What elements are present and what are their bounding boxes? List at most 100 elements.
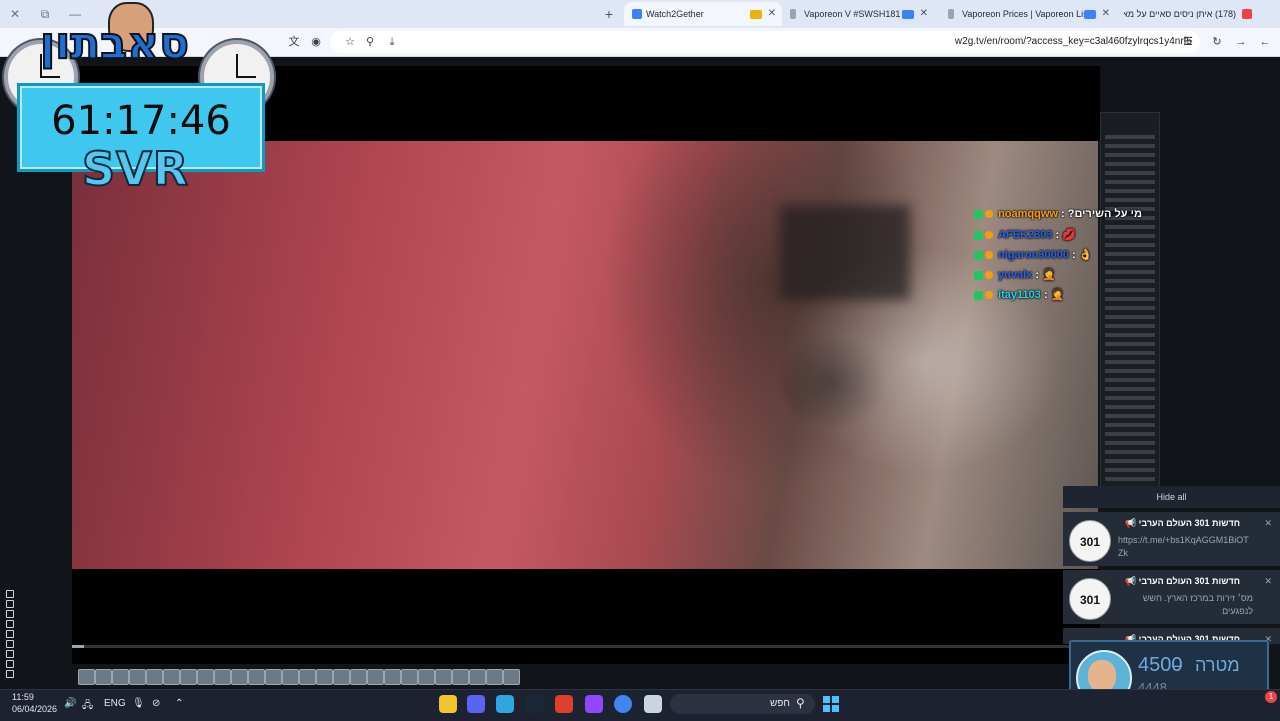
chrome-icon[interactable] <box>614 695 632 713</box>
microphone-icon[interactable]: 🎙 <box>132 698 145 709</box>
extension-translate-icon[interactable]: 文 <box>286 34 302 50</box>
language-indicator[interactable]: ENG <box>104 698 126 709</box>
playlist-sidebar-row[interactable] <box>1105 468 1155 472</box>
playlist-sidebar-row[interactable] <box>1105 315 1155 319</box>
clock-date[interactable]: 06/04/2026 <box>12 704 57 714</box>
reload-icon[interactable]: ↻ <box>1209 34 1225 50</box>
playlist-thumbnail[interactable] <box>95 669 112 685</box>
steam-icon[interactable] <box>526 695 544 713</box>
close-notification-icon[interactable]: ✕ <box>1264 518 1272 529</box>
playlist-sidebar-row[interactable] <box>1105 414 1155 418</box>
playlist-sidebar-row[interactable] <box>1105 387 1155 391</box>
playlist-thumbnail[interactable] <box>384 669 401 685</box>
clock-time[interactable]: 11:59 <box>12 692 34 702</box>
playlist-sidebar-row[interactable] <box>1105 477 1155 481</box>
file-explorer-icon[interactable] <box>439 695 457 713</box>
playlist-thumbnail[interactable] <box>452 669 469 685</box>
playlist-sidebar-row[interactable] <box>1105 441 1155 445</box>
left-rail-icon[interactable] <box>6 640 14 648</box>
tab-vaporeon-swsh181[interactable]: Vaporeon V #SWSH181 Prices ✕ <box>782 2 934 26</box>
left-rail-icon[interactable] <box>6 590 14 598</box>
notification-count-badge[interactable]: 1 <box>1265 691 1277 703</box>
playlist-sidebar-row[interactable] <box>1105 378 1155 382</box>
playlist-sidebar-row[interactable] <box>1105 360 1155 364</box>
close-tab-icon[interactable]: ✕ <box>920 2 928 26</box>
playlist-thumbnail[interactable] <box>435 669 452 685</box>
left-rail-icon[interactable] <box>6 650 14 658</box>
playlist-thumbnail[interactable] <box>197 669 214 685</box>
playlist-sidebar[interactable] <box>1100 112 1160 494</box>
volume-icon[interactable]: 🔊 <box>64 698 76 709</box>
zoom-icon[interactable]: ⚲ <box>362 34 378 50</box>
playlist-sidebar-row[interactable] <box>1105 306 1155 310</box>
playlist-sidebar-row[interactable] <box>1105 279 1155 283</box>
twitch-icon[interactable] <box>585 695 603 713</box>
left-rail-icon[interactable] <box>6 620 14 628</box>
playlist-sidebar-row[interactable] <box>1105 180 1155 184</box>
new-tab-button[interactable]: + <box>600 5 618 23</box>
playlist-thumbnail[interactable] <box>163 669 180 685</box>
seek-bar[interactable] <box>72 645 1100 648</box>
camera-off-icon[interactable]: ⊘ <box>152 698 160 709</box>
playlist-thumbnail[interactable] <box>486 669 503 685</box>
playlist-thumbnail[interactable] <box>112 669 129 685</box>
playlist-thumbnail[interactable] <box>299 669 316 685</box>
playlist-sidebar-row[interactable] <box>1105 369 1155 373</box>
playlist-thumbnail[interactable] <box>248 669 265 685</box>
playlist-sidebar-row[interactable] <box>1105 423 1155 427</box>
playlist-sidebar-row[interactable] <box>1105 144 1155 148</box>
playlist-sidebar-row[interactable] <box>1105 270 1155 274</box>
close-tab-icon[interactable]: ✕ <box>1102 2 1110 26</box>
show-hidden-icons-icon[interactable]: ⌃ <box>175 698 183 709</box>
playlist-sidebar-row[interactable] <box>1105 234 1155 238</box>
left-rail-icon[interactable] <box>6 670 14 678</box>
url-text[interactable]: w2g.tv/en/room/?access_key=c3al460fzylrq… <box>955 36 1192 47</box>
app-icon[interactable] <box>555 695 573 713</box>
playlist-sidebar-row[interactable] <box>1105 432 1155 436</box>
playlist-thumbnail[interactable] <box>78 669 95 685</box>
playlist-sidebar-row[interactable] <box>1105 450 1155 454</box>
forward-icon[interactable]: → <box>1233 34 1249 50</box>
close-window-icon[interactable]: ✕ <box>6 6 24 22</box>
playlist-sidebar-row[interactable] <box>1105 153 1155 157</box>
tab-vaporeon-prices[interactable]: Vaporeon Prices | Vaporeon List ✕ <box>940 2 1116 26</box>
tab-watch2gether[interactable]: Watch2Gether ✕ <box>624 2 782 26</box>
playlist-sidebar-row[interactable] <box>1105 396 1155 400</box>
playlist-sidebar-row[interactable] <box>1105 297 1155 301</box>
notification-card[interactable]: 301 חדשות 301 העולם הערבי 📢 https://t.me… <box>1063 512 1280 566</box>
playlist-thumbnail[interactable] <box>282 669 299 685</box>
playlist-sidebar-row[interactable] <box>1105 198 1155 202</box>
playlist-thumbnail[interactable] <box>214 669 231 685</box>
playlist-thumbnail[interactable] <box>418 669 435 685</box>
network-icon[interactable]: 🖧 <box>82 698 93 715</box>
playlist-thumbnail-strip[interactable] <box>72 666 522 686</box>
left-rail-icon[interactable] <box>6 610 14 618</box>
playlist-sidebar-row[interactable] <box>1105 171 1155 175</box>
window-icon[interactable] <box>644 695 662 713</box>
notification-card[interactable]: 301 חדשות 301 העולם הערבי 📢 מס׳ זירות במ… <box>1063 570 1280 624</box>
playlist-thumbnail[interactable] <box>469 669 486 685</box>
playlist-thumbnail[interactable] <box>129 669 146 685</box>
playlist-sidebar-row[interactable] <box>1105 459 1155 463</box>
playlist-thumbnail[interactable] <box>146 669 163 685</box>
hide-all-button[interactable]: Hide all <box>1063 486 1280 508</box>
playlist-sidebar-row[interactable] <box>1105 333 1155 337</box>
playlist-sidebar-row[interactable] <box>1105 252 1155 256</box>
playlist-sidebar-row[interactable] <box>1105 324 1155 328</box>
close-notification-icon[interactable]: ✕ <box>1264 576 1272 587</box>
playlist-thumbnail[interactable] <box>231 669 248 685</box>
playlist-thumbnail[interactable] <box>316 669 333 685</box>
playlist-sidebar-row[interactable] <box>1105 243 1155 247</box>
playlist-sidebar-row[interactable] <box>1105 288 1155 292</box>
bookmark-star-icon[interactable]: ☆ <box>342 34 358 50</box>
playlist-sidebar-row[interactable] <box>1105 261 1155 265</box>
install-app-icon[interactable]: ⤓ <box>384 34 400 50</box>
playlist-sidebar-row[interactable] <box>1105 405 1155 409</box>
playlist-sidebar-row[interactable] <box>1105 225 1155 229</box>
playlist-thumbnail[interactable] <box>367 669 384 685</box>
taskbar-search-box[interactable] <box>670 694 815 714</box>
playlist-thumbnail[interactable] <box>401 669 418 685</box>
playlist-thumbnail[interactable] <box>333 669 350 685</box>
telegram-icon[interactable] <box>496 695 514 713</box>
video-player[interactable] <box>72 141 1098 569</box>
